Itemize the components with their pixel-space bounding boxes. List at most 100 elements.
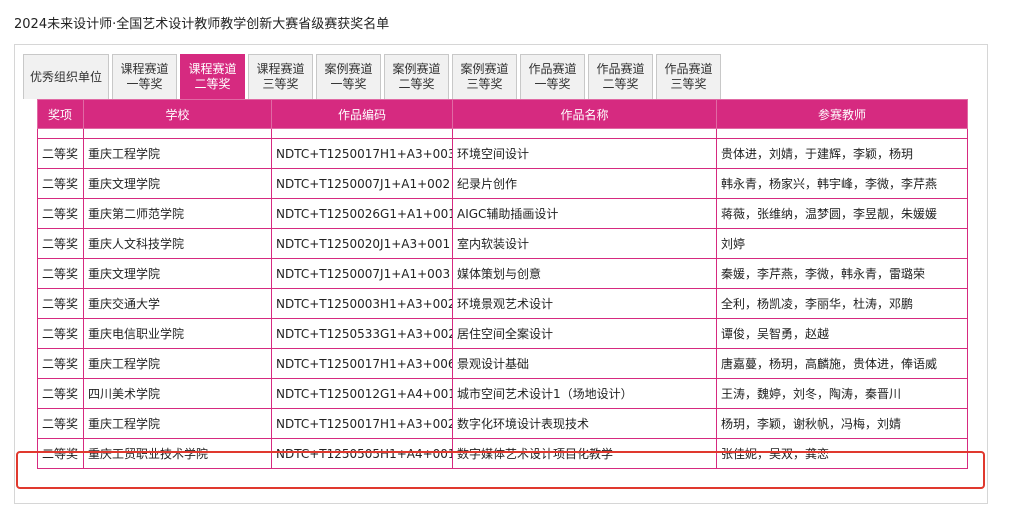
tab-label-line2: 一等奖 — [534, 77, 571, 91]
code-cell: NDTC+T1250026G1+A1+001 — [271, 198, 453, 229]
award-cell: 二等奖 — [37, 168, 84, 199]
teachers-cell: 蒋薇，张维纳，温梦圆，李昱靓，朱媛媛 — [716, 198, 968, 229]
award-cell: 二等奖 — [37, 378, 84, 409]
award-cell: 二等奖 — [37, 258, 84, 289]
table-row: 二等奖 四川美术学院 NDTC+T1250012G1+A4+001 城市空间艺术设计1… — [37, 378, 968, 409]
code-cell: NDTC+T1250017H1+A3+002 — [271, 408, 453, 439]
code-cell: NDTC+T1250007J1+A1+003 — [271, 258, 453, 289]
teachers-cell: 贵体进，刘婧，于建辉，李颖，杨玥 — [716, 138, 968, 169]
teachers-cell: 谭俊，吴智勇，赵越 — [716, 318, 968, 349]
awards-table: 奖项 学校 作品编码 作品名称 参赛教师 二等奖 重庆工程学院 NDTC+T1250… — [37, 99, 968, 469]
tab-9[interactable]: 作品赛道 三等奖 — [656, 54, 721, 99]
table-row: 二等奖 重庆电信职业学院 NDTC+T1250533G1+A3+002 居住空间全案设… — [37, 318, 968, 349]
table-row: 二等奖 重庆文理学院 NDTC+T1250007J1+A1+002 纪录片创作 韩永青，… — [37, 168, 968, 199]
tab-label-line2: 二等奖 — [602, 77, 639, 91]
tab-4[interactable]: 案例赛道 一等奖 — [316, 54, 381, 99]
tab-label-line1: 课程赛道 — [120, 62, 169, 76]
spacer-cell — [83, 128, 272, 139]
table-row: 二等奖 重庆人文科技学院 NDTC+T1250020J1+A3+001 室内软装设计刘… — [37, 228, 968, 259]
school-cell: 重庆文理学院 — [83, 258, 272, 289]
tab-1[interactable]: 课程赛道 一等奖 — [112, 54, 177, 99]
table-row: 二等奖 重庆交通大学 NDTC+T1250003H1+A3+002 环境景观艺术设计全… — [37, 288, 968, 319]
awards-table-container: 奖项 学校 作品编码 作品名称 参赛教师 二等奖 重庆工程学院 NDTC+T1250… — [37, 99, 968, 469]
table-row: 二等奖 重庆文理学院 NDTC+T1250007J1+A1+003 媒体策划与创意 秦媛… — [37, 258, 968, 289]
code-cell: NDTC+T1250017H1+A3+006 — [271, 348, 453, 379]
teachers-cell: 唐嘉蔓，杨玥，高麟施，贵体进，俸语威 — [716, 348, 968, 379]
code-cell: NDTC+T1250533G1+A3+002 — [271, 318, 453, 349]
teachers-cell: 张佳妮，吴双，龚恋 — [716, 438, 968, 469]
award-cell: 二等奖 — [37, 198, 84, 229]
tab-label-line2: 三等奖 — [466, 77, 503, 91]
column-header-award: 奖项 — [37, 99, 84, 129]
school-cell: 重庆工程学院 — [83, 348, 272, 379]
teachers-cell: 韩永青，杨家兴，韩宇峰，李微，李芹燕 — [716, 168, 968, 199]
tab-label-line1: 案例赛道 — [460, 62, 509, 76]
column-header-school: 学校 — [83, 99, 272, 129]
column-header-code: 作品编码 — [271, 99, 453, 129]
teachers-cell: 杨玥，李颖，谢秋帆，冯梅，刘婧 — [716, 408, 968, 439]
tab-label-line1: 优秀组织单位 — [29, 69, 102, 84]
spacer-cell — [452, 128, 717, 139]
tab-8[interactable]: 作品赛道 二等奖 — [588, 54, 653, 99]
school-cell: 重庆交通大学 — [83, 288, 272, 319]
teachers-cell: 全利，杨凯凌，李丽华，杜涛，邓鹏 — [716, 288, 968, 319]
spacer-cell — [716, 128, 968, 139]
tab-label-line1: 课程赛道 — [188, 62, 237, 76]
table-row: 二等奖 重庆第二师范学院 NDTC+T1250026G1+A1+001 AIGC辅助插… — [37, 198, 968, 229]
school-cell: 重庆人文科技学院 — [83, 228, 272, 259]
tab-2[interactable]: 课程赛道 二等奖 — [180, 54, 245, 99]
teachers-cell: 秦媛，李芹燕，李微，韩永青，雷璐荣 — [716, 258, 968, 289]
code-cell: NDTC+T1250003H1+A3+002 — [271, 288, 453, 319]
work-name-cell: 城市空间艺术设计1（场地设计） — [452, 378, 717, 409]
tab-label-line2: 三等奖 — [262, 77, 299, 91]
award-cell: 二等奖 — [37, 438, 84, 469]
tab-label-line2: 二等奖 — [398, 77, 435, 91]
work-name-cell: 环境空间设计 — [452, 138, 717, 169]
table-row: 二等奖 重庆工程学院 NDTC+T1250017H1+A3+006 景观设计基础 唐嘉蔓… — [37, 348, 968, 379]
work-name-cell: 纪录片创作 — [452, 168, 717, 199]
school-cell: 重庆工贸职业技术学院 — [83, 438, 272, 469]
tab-label-line1: 案例赛道 — [392, 62, 441, 76]
tab-label-line1: 课程赛道 — [256, 62, 305, 76]
award-cell: 二等奖 — [37, 138, 84, 169]
page-title: 2024未来设计师·全国艺术设计教师教学创新大赛省级赛获奖名单 — [14, 17, 390, 32]
tab-6[interactable]: 案例赛道 三等奖 — [452, 54, 517, 99]
work-name-cell: 室内软装设计 — [452, 228, 717, 259]
award-cell: 二等奖 — [37, 228, 84, 259]
tab-3[interactable]: 课程赛道 三等奖 — [248, 54, 313, 99]
work-name-cell: 数字媒体艺术设计项目化教学 — [452, 438, 717, 469]
code-cell: NDTC+T1250505H1+A4+001 — [271, 438, 453, 469]
award-cell: 二等奖 — [37, 288, 84, 319]
school-cell: 重庆工程学院 — [83, 138, 272, 169]
table-header-row: 奖项 学校 作品编码 作品名称 参赛教师 — [37, 99, 968, 129]
school-cell: 重庆第二师范学院 — [83, 198, 272, 229]
code-cell: NDTC+T1250012G1+A4+001 — [271, 378, 453, 409]
work-name-cell: AIGC辅助插画设计 — [452, 198, 717, 229]
teachers-cell: 王涛，魏婷，刘冬，陶涛，秦晋川 — [716, 378, 968, 409]
tab-label-line2: 二等奖 — [194, 77, 231, 91]
school-cell: 重庆工程学院 — [83, 408, 272, 439]
award-tabs: 优秀组织单位 课程赛道 一等奖 课程赛道 二等奖 课程赛道 三等奖 案例赛道 一等奖 案例赛道 二等… — [23, 54, 721, 100]
column-header-work-name: 作品名称 — [452, 99, 717, 129]
school-cell: 重庆电信职业学院 — [83, 318, 272, 349]
tab-7[interactable]: 作品赛道 一等奖 — [520, 54, 585, 99]
teachers-cell: 刘婷 — [716, 228, 968, 259]
code-cell: NDTC+T1250017H1+A3+003 — [271, 138, 453, 169]
tab-5[interactable]: 案例赛道 二等奖 — [384, 54, 449, 99]
column-header-teachers: 参赛教师 — [716, 99, 968, 129]
school-cell: 四川美术学院 — [83, 378, 272, 409]
table-row: 二等奖 重庆工程学院 NDTC+T1250017H1+A3+003 环境空间设计 贵体进… — [37, 138, 968, 169]
tab-label-line2: 三等奖 — [670, 77, 707, 91]
work-name-cell: 居住空间全案设计 — [452, 318, 717, 349]
tab-label-line2: 一等奖 — [126, 77, 163, 91]
tab-label-line2: 一等奖 — [330, 77, 367, 91]
work-name-cell: 景观设计基础 — [452, 348, 717, 379]
tab-label-line1: 案例赛道 — [324, 62, 373, 76]
tab-0[interactable]: 优秀组织单位 — [23, 54, 109, 99]
school-cell: 重庆文理学院 — [83, 168, 272, 199]
awards-panel: 优秀组织单位 课程赛道 一等奖 课程赛道 二等奖 课程赛道 三等奖 案例赛道 一等奖 案例赛道 二等… — [14, 44, 988, 504]
spacer-cell — [271, 128, 453, 139]
tab-label-line1: 作品赛道 — [528, 62, 577, 76]
award-cell: 二等奖 — [37, 408, 84, 439]
code-cell: NDTC+T1250020J1+A3+001 — [271, 228, 453, 259]
